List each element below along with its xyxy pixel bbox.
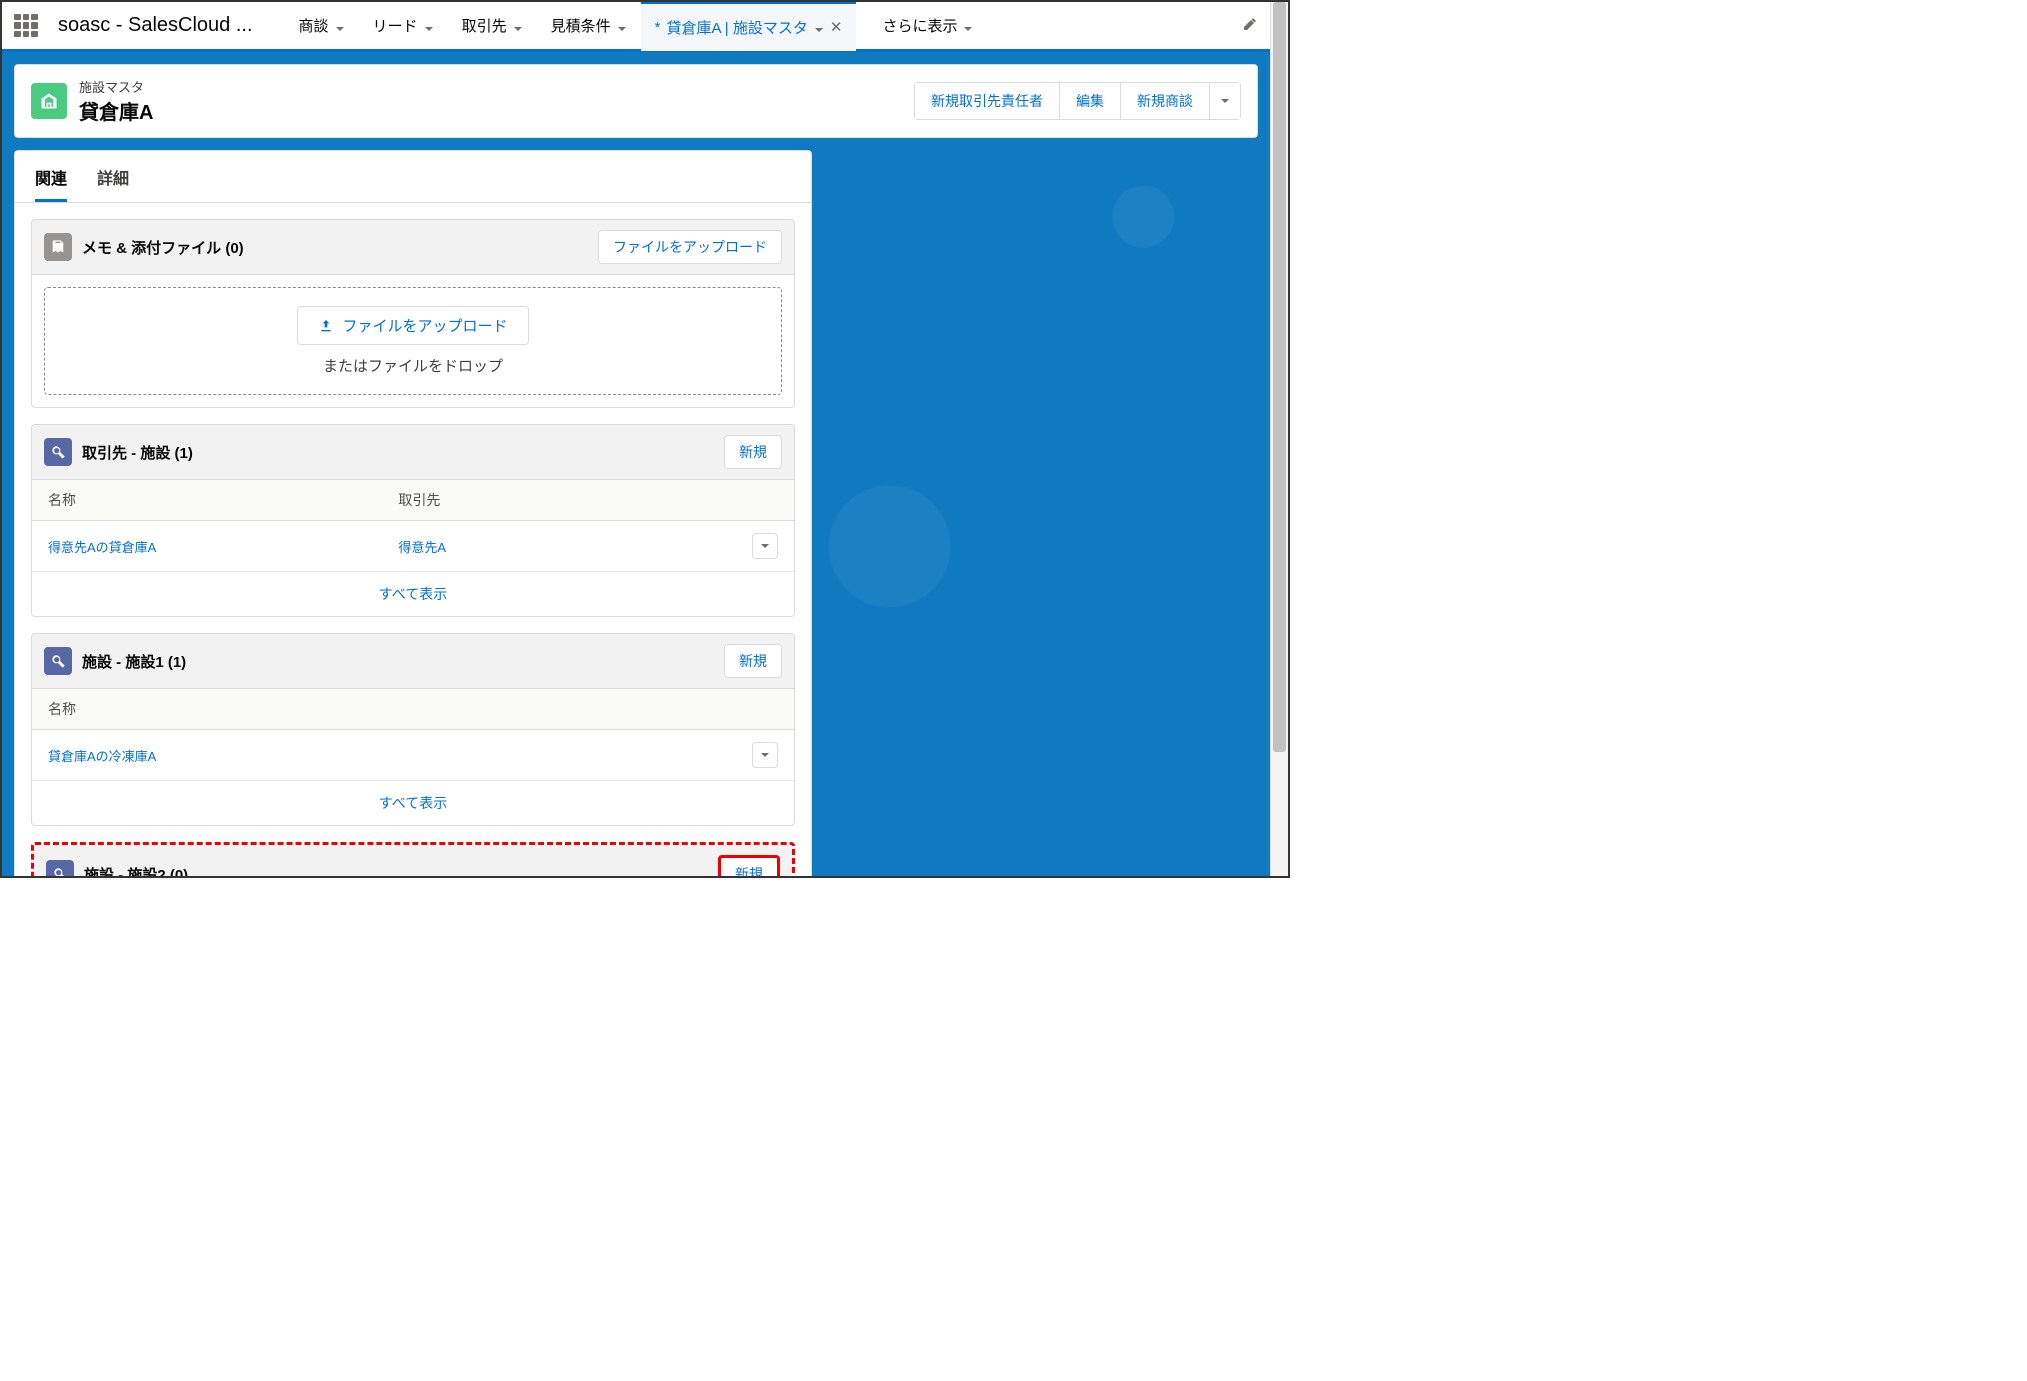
- close-icon[interactable]: ✕: [830, 18, 843, 36]
- upload-file-inner-button[interactable]: ファイルをアップロード: [297, 306, 528, 345]
- chevron-down-icon: [814, 22, 824, 32]
- related-notes-card: メモ & 添付ファイル (0) ファイルをアップロード ファイルをアップロード …: [31, 219, 795, 408]
- table-row: 貸倉庫Aの冷凍庫A: [32, 730, 794, 781]
- nav-item-active-record[interactable]: * 貸倉庫A | 施設マスタ ✕: [641, 2, 857, 51]
- file-icon: [44, 233, 72, 261]
- related-facility2-card: 施設 - 施設2 (0) 新規: [31, 842, 795, 876]
- table-header: 名称: [32, 689, 794, 730]
- nav-item-label: さらに表示: [882, 15, 957, 36]
- col-account: 取引先: [398, 490, 778, 510]
- col-name: 名称: [48, 490, 398, 510]
- app-launcher-icon[interactable]: [14, 14, 38, 38]
- related-facility1-title: 施設 - 施設1 (1): [82, 651, 186, 672]
- nav-item-label: 取引先: [462, 15, 507, 36]
- view-all-link[interactable]: すべて表示: [32, 781, 794, 825]
- view-all-link[interactable]: すべて表示: [32, 572, 794, 616]
- chevron-down-icon: [963, 21, 973, 31]
- new-opportunity-button[interactable]: 新規商談: [1121, 83, 1210, 119]
- row-account-link[interactable]: 得意先A: [398, 540, 446, 555]
- related-acct-facility-card: 取引先 - 施設 (1) 新規 名称 取引先 得意先Aの貸倉庫A 得意先A: [31, 424, 795, 617]
- object-label: 施設マスタ: [79, 77, 153, 96]
- row-menu-button[interactable]: [752, 533, 778, 559]
- nav-item-lead[interactable]: リード: [359, 2, 448, 51]
- chevron-down-icon: [617, 21, 627, 31]
- more-actions-button[interactable]: [1210, 83, 1240, 119]
- related-facility1-card: 施設 - 施設1 (1) 新規 名称 貸倉庫Aの冷凍庫A: [31, 633, 795, 826]
- related-notes-title: メモ & 添付ファイル (0): [82, 237, 244, 258]
- col-name: 名称: [48, 699, 398, 719]
- page-background: 施設マスタ 貸倉庫A 新規取引先責任者 編集 新規商談: [2, 52, 1270, 876]
- record-header: 施設マスタ 貸倉庫A 新規取引先責任者 編集 新規商談: [14, 64, 1258, 138]
- wrench-icon: [44, 438, 72, 466]
- upload-button-label: ファイルをアップロード: [342, 315, 507, 336]
- related-panel: メモ & 添付ファイル (0) ファイルをアップロード ファイルをアップロード …: [14, 203, 812, 876]
- nav-item-label: 貸倉庫A | 施設マスタ: [666, 17, 807, 38]
- record-title: 貸倉庫A: [79, 96, 153, 125]
- tab-related[interactable]: 関連: [35, 151, 67, 202]
- global-nav: soasc - SalesCloud ... 商談 リード 取引先 見積条件: [2, 2, 1270, 52]
- nav-more[interactable]: さらに表示: [868, 2, 987, 51]
- side-column: [824, 150, 1258, 876]
- upload-file-button[interactable]: ファイルをアップロード: [598, 230, 782, 264]
- nav-item-opportunity[interactable]: 商談: [285, 2, 359, 51]
- wrench-icon: [44, 647, 72, 675]
- nav-item-label: 見積条件: [551, 15, 611, 36]
- vertical-scrollbar[interactable]: [1270, 2, 1288, 876]
- nav-item-label: 商談: [299, 15, 329, 36]
- row-menu-button[interactable]: [752, 742, 778, 768]
- new-facility2-button[interactable]: 新規: [718, 855, 780, 876]
- nav-item-quote[interactable]: 見積条件: [537, 2, 641, 51]
- nav-items: 商談 リード 取引先 見積条件 * 貸倉庫A | 施設マスタ: [285, 2, 988, 51]
- nav-item-account[interactable]: 取引先: [448, 2, 537, 51]
- upload-dropzone[interactable]: ファイルをアップロード またはファイルをドロップ: [44, 287, 782, 395]
- unsaved-indicator: *: [655, 19, 661, 36]
- table-row: 得意先Aの貸倉庫A 得意先A: [32, 521, 794, 572]
- record-tabs: 関連 詳細: [14, 150, 812, 203]
- new-contact-button[interactable]: 新規取引先責任者: [915, 83, 1060, 119]
- app-name: soasc - SalesCloud ...: [58, 14, 253, 37]
- row-name-link[interactable]: 貸倉庫Aの冷凍庫A: [48, 749, 156, 764]
- edit-nav-icon[interactable]: [1242, 16, 1258, 35]
- scrollbar-thumb[interactable]: [1273, 2, 1286, 752]
- new-facility1-button[interactable]: 新規: [724, 644, 782, 678]
- new-acct-facility-button[interactable]: 新規: [724, 435, 782, 469]
- nav-item-label: リード: [373, 15, 418, 36]
- header-actions: 新規取引先責任者 編集 新規商談: [914, 82, 1241, 120]
- chevron-down-icon: [335, 21, 345, 31]
- facility-icon: [31, 83, 67, 119]
- related-acct-facility-title: 取引先 - 施設 (1): [82, 442, 193, 463]
- table-header: 名称 取引先: [32, 480, 794, 521]
- wrench-icon: [46, 860, 74, 876]
- tab-detail[interactable]: 詳細: [97, 151, 129, 202]
- chevron-down-icon: [424, 21, 434, 31]
- row-name-link[interactable]: 得意先Aの貸倉庫A: [48, 540, 156, 555]
- related-facility2-title: 施設 - 施設2 (0): [84, 864, 188, 877]
- drop-text: またはファイルをドロップ: [63, 355, 763, 376]
- chevron-down-icon: [513, 21, 523, 31]
- edit-button[interactable]: 編集: [1060, 83, 1121, 119]
